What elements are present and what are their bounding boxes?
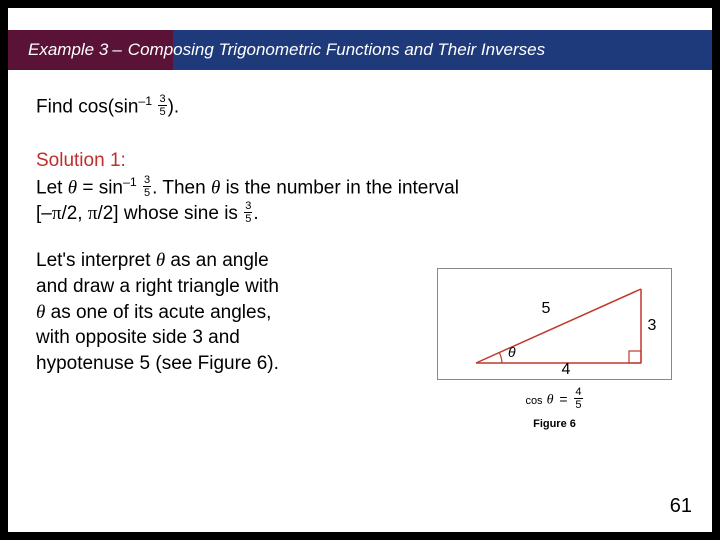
interpretation-block: Let's interpret θ as an angle and draw a… bbox=[36, 248, 406, 376]
theta-symbol: θ bbox=[211, 177, 220, 198]
text: = sin bbox=[77, 177, 123, 198]
slide: Example 3 – Composing Trigonometric Func… bbox=[8, 8, 712, 532]
solution-line2: [–π/2, π/2] whose sine is 35. bbox=[36, 201, 684, 227]
adjacent-label: 4 bbox=[562, 361, 571, 375]
fraction: 35 bbox=[143, 175, 151, 199]
denominator: 5 bbox=[244, 213, 252, 225]
pi-symbol: π bbox=[88, 203, 98, 224]
text: as one of its acute angles, bbox=[45, 302, 271, 323]
text: [– bbox=[36, 203, 52, 224]
text: . bbox=[253, 203, 258, 224]
numerator: 3 bbox=[158, 94, 166, 106]
title-bar: Example 3 – Composing Trigonometric Func… bbox=[8, 30, 712, 70]
numerator: 3 bbox=[244, 201, 252, 213]
pi-symbol: π bbox=[52, 203, 62, 224]
text: Let's interpret bbox=[36, 250, 156, 271]
example-label: Example 3 bbox=[28, 40, 108, 60]
theta-symbol: θ bbox=[36, 302, 45, 323]
text: hypotenuse 5 (see Figure 6). bbox=[36, 353, 279, 374]
denominator: 5 bbox=[143, 187, 151, 199]
page-number: 61 bbox=[670, 495, 692, 518]
fraction: 35 bbox=[244, 201, 252, 225]
title-text: Example 3 – Composing Trigonometric Func… bbox=[8, 30, 712, 70]
text bbox=[152, 96, 157, 117]
text: with opposite side 3 and bbox=[36, 327, 240, 348]
text: /2, bbox=[61, 203, 87, 224]
numerator: 3 bbox=[143, 175, 151, 187]
theta-symbol: θ bbox=[547, 393, 554, 408]
title-dash: – bbox=[112, 40, 121, 60]
theta-label: θ bbox=[508, 344, 516, 360]
text: Let bbox=[36, 177, 68, 198]
title-rest: Composing Trigonometric Functions and Th… bbox=[128, 40, 545, 60]
denominator: 5 bbox=[158, 106, 166, 118]
triangle-svg: 5 3 4 θ bbox=[446, 275, 661, 375]
solution-block: Solution 1: Let θ = sin–1 35. Then θ is … bbox=[36, 148, 684, 226]
hypotenuse-label: 5 bbox=[542, 300, 551, 317]
numerator: 4 bbox=[574, 387, 582, 399]
figure-label: Figure 6 bbox=[437, 418, 672, 430]
superscript: –1 bbox=[123, 175, 137, 189]
text: ). bbox=[168, 96, 180, 117]
text: Find cos(sin bbox=[36, 96, 138, 117]
text: and draw a right triangle with bbox=[36, 276, 279, 297]
fraction: 45 bbox=[574, 387, 582, 411]
denominator: 5 bbox=[574, 399, 582, 411]
text: . Then bbox=[152, 177, 211, 198]
text: is the number in the interval bbox=[220, 177, 459, 198]
text bbox=[137, 177, 142, 198]
figure-caption: cosθ = 45 bbox=[437, 388, 672, 412]
cos-text: cos bbox=[525, 395, 542, 407]
fraction: 35 bbox=[158, 94, 166, 118]
theta-symbol: θ bbox=[156, 250, 165, 271]
triangle-diagram: 5 3 4 θ bbox=[437, 268, 672, 380]
equals: = bbox=[559, 391, 567, 407]
text: as an angle bbox=[165, 250, 269, 271]
text: /2] whose sine is bbox=[97, 203, 243, 224]
opposite-label: 3 bbox=[648, 317, 657, 334]
superscript: –1 bbox=[138, 94, 152, 108]
theta-symbol: θ bbox=[68, 177, 77, 198]
problem-statement: Find cos(sin–1 35). bbox=[36, 93, 684, 120]
figure-6: 5 3 4 θ cosθ = 45 Figure 6 bbox=[437, 268, 672, 430]
solution-heading: Solution 1: bbox=[36, 148, 684, 174]
solution-line1: Let θ = sin–1 35. Then θ is the number i… bbox=[36, 174, 684, 201]
